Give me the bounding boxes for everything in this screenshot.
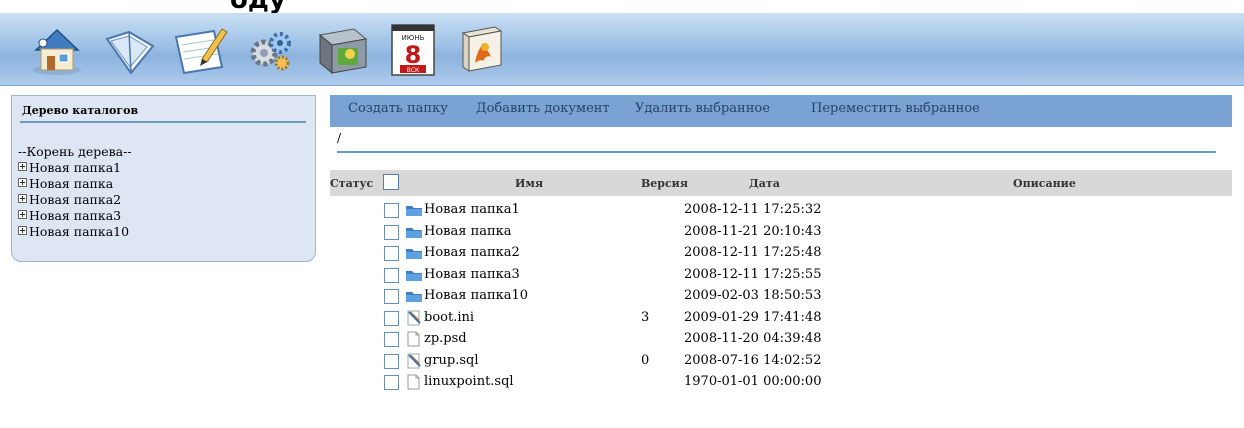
row-checkbox[interactable]	[384, 332, 399, 347]
tree-root[interactable]: --Корень дерева--	[18, 144, 132, 160]
file-name[interactable]: Новая папка10	[424, 288, 528, 303]
file-icon	[405, 331, 423, 347]
row-checkbox[interactable]	[384, 353, 399, 369]
tree-item-folder[interactable]: Новая папка3	[18, 208, 132, 224]
tree-title-divider	[20, 121, 306, 123]
file-name[interactable]: Новая папка3	[424, 267, 520, 282]
move-selected-link[interactable]: Переместить выбранное	[811, 101, 980, 116]
file-date: 2008-11-21 20:10:43	[684, 223, 822, 239]
table-header: Статус Имя Версия Дата Описание	[330, 170, 1232, 196]
tree-title: Дерево каталогов	[22, 104, 139, 117]
row-checkbox[interactable]	[384, 224, 399, 240]
expand-icon[interactable]	[18, 226, 27, 235]
folder-icon	[405, 288, 423, 304]
expand-icon[interactable]	[18, 194, 27, 203]
table-row[interactable]: Новая папка1 2008-12-11 17:25:32	[330, 200, 1232, 222]
directory-tree: --Корень дерева-- Новая папка1 Новая пап…	[18, 144, 132, 240]
delete-selected-link[interactable]: Удалить выбранное	[635, 101, 770, 116]
table-row[interactable]: grup.sql 0 2008-07-16 14:02:52	[330, 351, 1232, 373]
file-name[interactable]: zp.psd	[424, 331, 467, 346]
expand-icon[interactable]	[18, 210, 27, 219]
table-row[interactable]: Новая папка 2008-11-21 20:10:43	[330, 222, 1232, 244]
text-file-icon	[405, 353, 423, 369]
table-row[interactable]: Новая папка2 2008-12-11 17:25:48	[330, 243, 1232, 265]
file-date: 2008-12-11 17:25:32	[684, 202, 822, 217]
file-icon	[405, 374, 423, 390]
file-name[interactable]: Новая папка	[424, 224, 512, 239]
action-bar: Создать папку Добавить документ Удалить …	[330, 95, 1232, 127]
settings-icon[interactable]	[242, 21, 300, 79]
file-version: 3	[641, 309, 650, 325]
tree-item-folder[interactable]: Новая папка	[18, 176, 132, 192]
tree-item-folder[interactable]: Новая папка10	[18, 224, 132, 240]
file-date: 2008-12-11 17:25:48	[684, 245, 822, 260]
file-name[interactable]: Новая папка1	[424, 202, 520, 217]
file-name[interactable]: linuxpoint.sql	[424, 374, 514, 389]
table-row[interactable]: Новая папка3 2008-12-11 17:25:55	[330, 265, 1232, 287]
select-all-checkbox[interactable]	[383, 174, 399, 190]
book-icon[interactable]	[455, 21, 513, 79]
table-row[interactable]: boot.ini 3 2009-01-29 17:41:48	[330, 308, 1232, 330]
tree-item-folder[interactable]: Новая папка2	[18, 192, 132, 208]
folder-icon	[405, 267, 423, 283]
folder-icon	[405, 224, 423, 240]
file-name[interactable]: Новая папка2	[424, 245, 520, 260]
create-folder-link[interactable]: Создать папку	[348, 101, 448, 116]
file-date: 2009-02-03 18:50:53	[684, 288, 822, 303]
home-icon[interactable]	[28, 21, 86, 79]
svg-text:ВСК: ВСК	[407, 67, 420, 74]
file-date: 2008-12-11 17:25:55	[684, 266, 822, 282]
table-row[interactable]: zp.psd 2008-11-20 04:39:48	[330, 329, 1232, 351]
header-partial-text: оду	[230, 0, 286, 13]
file-date: 1970-01-01 00:00:00	[684, 374, 822, 389]
tree-item-label[interactable]: Новая папка3	[29, 208, 121, 223]
text-file-icon	[405, 310, 423, 326]
path-divider	[337, 151, 1216, 153]
column-name[interactable]: Имя	[515, 177, 543, 190]
toolbar: ИЮНЬ 8 ВСК	[0, 13, 1244, 86]
row-checkbox[interactable]	[384, 289, 399, 304]
box-icon[interactable]	[314, 21, 372, 79]
directory-tree-panel: Дерево каталогов --Корень дерева-- Новая…	[11, 95, 316, 262]
file-date: 2008-07-16 14:02:52	[684, 352, 822, 368]
row-checkbox[interactable]	[384, 267, 399, 283]
column-version[interactable]: Версия	[641, 177, 688, 190]
row-checkbox[interactable]	[384, 310, 399, 326]
column-date[interactable]: Дата	[749, 177, 780, 190]
svg-text:8: 8	[405, 41, 422, 69]
row-checkbox[interactable]	[384, 246, 399, 261]
top-header-strip: оду	[0, 0, 1244, 13]
row-checkbox[interactable]	[384, 203, 399, 218]
file-name[interactable]: grup.sql	[424, 353, 479, 368]
calendar-icon[interactable]: ИЮНЬ 8 ВСК	[384, 21, 442, 79]
tree-item-label[interactable]: Новая папка	[29, 176, 113, 191]
folder-icon[interactable]	[101, 21, 159, 79]
add-document-link[interactable]: Добавить документ	[476, 101, 610, 116]
table-row[interactable]: linuxpoint.sql 1970-01-01 00:00:00	[330, 372, 1232, 394]
file-date: 2008-11-20 04:39:48	[684, 331, 822, 346]
file-name[interactable]: boot.ini	[424, 310, 474, 325]
column-status: Статус	[330, 177, 374, 190]
folder-icon	[405, 245, 423, 261]
folder-icon	[405, 202, 423, 218]
tree-item-label[interactable]: Новая папка2	[29, 192, 121, 207]
current-path: /	[337, 131, 342, 145]
column-description: Описание	[1013, 177, 1076, 190]
file-version: 0	[641, 352, 650, 368]
tree-item-label[interactable]: Новая папка10	[29, 224, 129, 239]
file-date: 2009-01-29 17:41:48	[684, 309, 822, 325]
row-checkbox[interactable]	[384, 375, 399, 390]
table-row[interactable]: Новая папка10 2009-02-03 18:50:53	[330, 286, 1232, 308]
expand-icon[interactable]	[18, 162, 27, 171]
expand-icon[interactable]	[18, 178, 27, 187]
notepad-icon[interactable]	[172, 21, 230, 79]
tree-item-label[interactable]: Новая папка1	[29, 160, 121, 175]
tree-item-folder[interactable]: Новая папка1	[18, 160, 132, 176]
